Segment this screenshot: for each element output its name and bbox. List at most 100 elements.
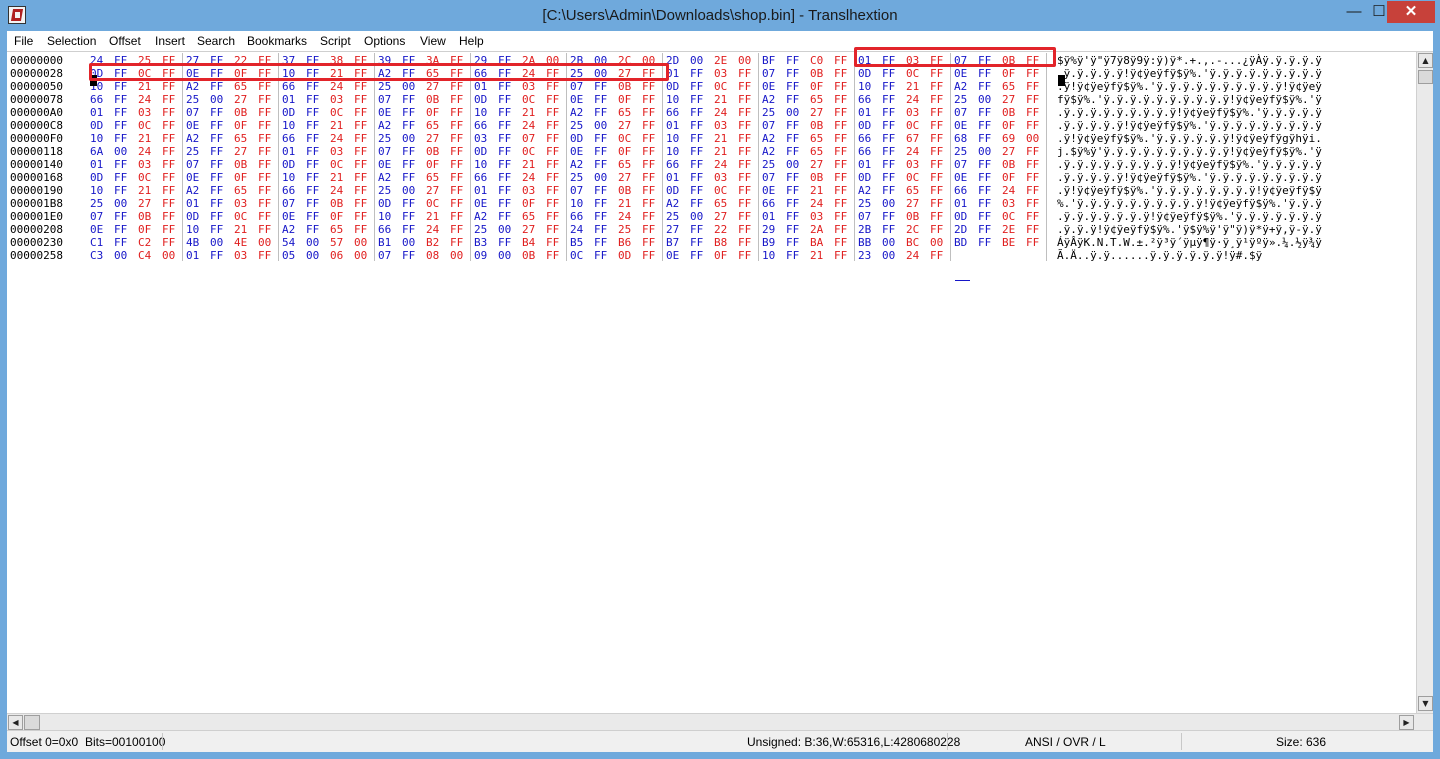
hex-byte[interactable]: FF [930,119,943,132]
hex-byte[interactable]: 65 [234,132,247,145]
hex-byte[interactable]: FF [162,106,175,119]
hex-byte[interactable]: 00 [354,249,367,262]
hex-byte[interactable]: FF [306,210,319,223]
hex-byte[interactable]: 03 [714,67,727,80]
hex-byte[interactable]: 0B [1002,158,1015,171]
hex-byte[interactable]: 27 [906,197,919,210]
hex-byte[interactable]: 24 [138,145,151,158]
hex-byte[interactable]: FF [498,119,511,132]
hex-byte[interactable]: A2 [762,145,775,158]
hex-byte[interactable]: FF [690,197,703,210]
hex-byte[interactable]: 0C [426,197,439,210]
hex-byte[interactable]: 00 [882,249,895,262]
hex-byte[interactable]: FF [978,236,991,249]
hex-byte[interactable]: B2 [426,236,439,249]
hex-byte[interactable]: 66 [954,184,967,197]
menu-view[interactable]: View [420,34,446,48]
hex-byte[interactable]: FF [1026,158,1039,171]
hex-byte[interactable]: 21 [138,80,151,93]
hex-byte[interactable]: FF [738,80,751,93]
hex-byte[interactable]: FF [450,184,463,197]
hex-byte[interactable]: FF [594,249,607,262]
hex-byte[interactable]: 00 [114,145,127,158]
hex-byte[interactable]: 07 [378,93,391,106]
hex-byte[interactable]: 65 [234,184,247,197]
hex-byte[interactable]: FF [402,93,415,106]
hex-byte[interactable]: FF [642,93,655,106]
hex-byte[interactable]: FF [690,223,703,236]
close-button[interactable]: ✕ [1387,1,1435,23]
hex-byte[interactable]: FF [162,158,175,171]
hex-byte[interactable]: FF [402,106,415,119]
hex-byte[interactable]: FF [546,171,559,184]
hex-byte[interactable]: FF [786,67,799,80]
hex-byte[interactable]: 21 [138,132,151,145]
menu-help[interactable]: Help [459,34,484,48]
hex-byte[interactable]: 00 [498,249,511,262]
hex-byte[interactable]: FF [978,132,991,145]
hex-byte[interactable]: 21 [810,249,823,262]
hex-byte[interactable]: FF [882,184,895,197]
hex-byte[interactable]: 00 [930,236,943,249]
hex-byte[interactable]: FF [1026,197,1039,210]
hex-byte[interactable]: 65 [330,223,343,236]
hex-byte[interactable]: 24 [330,80,343,93]
hex-byte[interactable]: 0C [330,158,343,171]
hex-byte[interactable]: 03 [714,119,727,132]
hex-byte[interactable]: FF [114,93,127,106]
hex-byte[interactable]: 24 [426,223,439,236]
hex-byte[interactable]: FF [306,197,319,210]
hex-byte[interactable]: 0D [474,93,487,106]
hex-byte[interactable]: 00 [690,54,703,67]
hex-byte[interactable]: 25 [378,80,391,93]
hex-byte[interactable]: FF [1026,67,1039,80]
hex-byte[interactable]: FF [594,210,607,223]
hex-byte[interactable]: 69 [1002,132,1015,145]
hex-byte[interactable]: FF [402,171,415,184]
hex-byte[interactable]: 23 [858,249,871,262]
hex-byte[interactable]: FF [258,197,271,210]
hex-byte[interactable]: 0D [666,80,679,93]
hex-byte[interactable]: FF [786,210,799,223]
hex-byte[interactable]: 0C [906,67,919,80]
hex-byte[interactable]: 24 [906,249,919,262]
hex-byte[interactable]: 25 [186,145,199,158]
hex-byte[interactable]: 21 [522,106,535,119]
hex-byte[interactable]: FF [498,184,511,197]
hex-byte[interactable]: 01 [474,80,487,93]
hex-byte[interactable]: 0C [570,249,583,262]
hex-byte[interactable]: FF [114,184,127,197]
hex-byte[interactable]: 0D [858,119,871,132]
hex-byte[interactable]: 07 [954,106,967,119]
hex-byte[interactable]: 10 [474,106,487,119]
hex-byte[interactable]: 0B [810,119,823,132]
hex-byte[interactable]: 00 [210,93,223,106]
hex-byte[interactable]: FF [594,197,607,210]
hex-byte[interactable]: FF [834,80,847,93]
hex-byte[interactable]: 0B [618,80,631,93]
hex-byte[interactable]: 24 [906,93,919,106]
hex-byte[interactable]: 24 [330,132,343,145]
hex-byte[interactable]: FF [258,223,271,236]
hex-byte[interactable]: FF [306,158,319,171]
hex-byte[interactable]: FF [114,210,127,223]
hex-byte[interactable]: 01 [858,106,871,119]
hex-byte[interactable]: 0C [522,93,535,106]
hex-byte[interactable]: FF [306,93,319,106]
hex-byte[interactable]: 0F [1002,119,1015,132]
hex-byte[interactable]: FF [258,80,271,93]
hex-byte[interactable]: A2 [186,184,199,197]
hex-byte[interactable]: FF [834,132,847,145]
hex-byte[interactable]: 66 [282,80,295,93]
hex-byte[interactable]: 00 [402,132,415,145]
hex-byte[interactable]: FF [978,171,991,184]
hex-byte[interactable]: 0D [954,210,967,223]
hex-byte[interactable]: C2 [138,236,151,249]
hex-byte[interactable]: 0B [1002,106,1015,119]
hex-byte[interactable]: 27 [666,223,679,236]
hex-byte[interactable]: 24 [330,184,343,197]
hex-byte[interactable]: 66 [858,93,871,106]
hex-byte[interactable]: 25 [858,197,871,210]
hex-byte[interactable]: 25 [954,145,967,158]
hex-byte[interactable]: C0 [810,54,823,67]
